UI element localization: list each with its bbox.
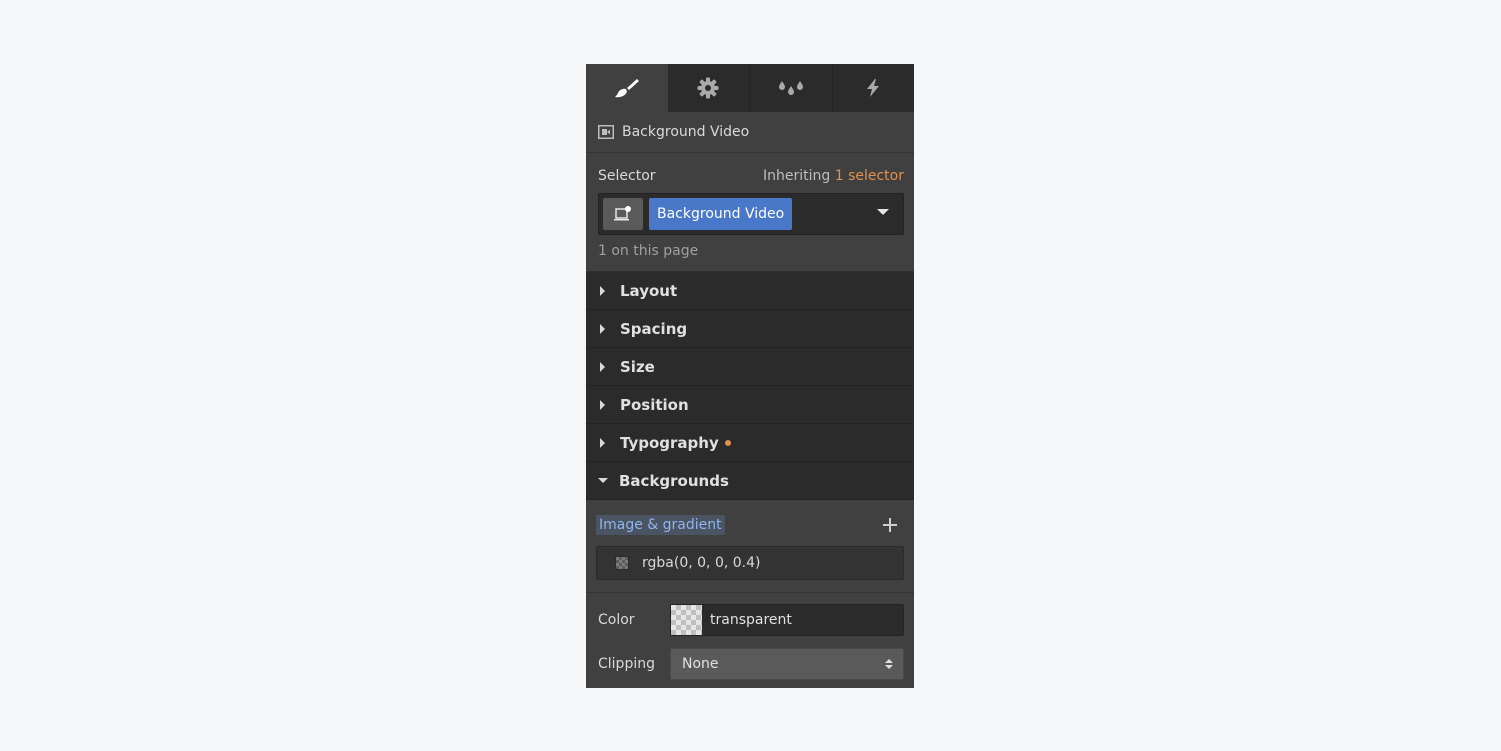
background-layer-item[interactable]: rgba(0, 0, 0, 0.4)	[596, 546, 904, 580]
clipping-label: Clipping	[598, 656, 655, 672]
paintbrush-icon	[614, 79, 639, 98]
selector-dropdown-caret-icon[interactable]	[877, 209, 889, 215]
section-backgrounds[interactable]: Backgrounds	[586, 462, 914, 500]
select-updown-icon	[885, 659, 893, 671]
tab-interactions[interactable]	[833, 64, 915, 112]
caret-right-icon	[600, 437, 605, 448]
lightning-icon	[867, 79, 880, 97]
color-field[interactable]: transparent	[670, 604, 904, 636]
modified-indicator-dot	[724, 439, 731, 446]
style-panel: Background Video Selector Inheriting 1 s…	[586, 64, 914, 688]
add-layer-plus-icon[interactable]	[882, 517, 898, 533]
image-gradient-label: Image & gradient	[596, 515, 725, 535]
droplets-icon	[778, 81, 803, 95]
caret-right-icon	[600, 285, 605, 296]
backgrounds-content: Image & gradient rgba(0, 0, 0, 0.4) Colo…	[586, 500, 914, 681]
selected-element: Background Video	[586, 112, 914, 153]
video-icon	[598, 125, 614, 139]
color-label: Color	[598, 612, 635, 628]
layer-value: rgba(0, 0, 0, 0.4)	[642, 555, 761, 571]
clipping-row: Clipping None	[596, 647, 904, 681]
inheriting-prefix: Inheriting	[762, 168, 831, 184]
section-spacing[interactable]: Spacing	[586, 310, 914, 348]
tab-style-manager[interactable]	[750, 64, 833, 112]
section-layout[interactable]: Layout	[586, 272, 914, 310]
section-label: Spacing	[620, 319, 688, 338]
section-label: Layout	[620, 281, 678, 300]
layer-swatch	[615, 556, 629, 570]
section-label: Typography	[620, 433, 719, 452]
section-position[interactable]: Position	[586, 386, 914, 424]
selector-count: 1 on this page	[598, 243, 699, 259]
selector-label: Selector	[598, 168, 656, 184]
panel-tabs	[586, 64, 914, 112]
color-row: Color transparent	[596, 603, 904, 637]
section-label: Backgrounds	[619, 471, 729, 490]
selector-type-button[interactable]	[603, 198, 643, 230]
section-typography[interactable]: Typography	[586, 424, 914, 462]
color-value: transparent	[710, 612, 792, 628]
element-label: Background Video	[622, 124, 750, 140]
inheriting-info: Inheriting 1 selector	[763, 168, 904, 184]
tab-settings[interactable]	[668, 64, 750, 112]
clipping-select[interactable]: None	[670, 648, 904, 680]
selector-field[interactable]: Background Video	[598, 193, 904, 235]
gear-icon	[697, 77, 719, 99]
clipping-value: None	[682, 656, 719, 672]
caret-right-icon	[600, 399, 605, 410]
divider	[586, 592, 914, 593]
element-selector-icon	[614, 206, 631, 221]
section-label: Position	[620, 395, 689, 414]
section-label: Size	[620, 357, 655, 376]
caret-down-icon	[598, 478, 608, 483]
caret-right-icon	[600, 361, 605, 372]
inheriting-selector-link[interactable]: 1 selector	[835, 168, 904, 184]
caret-right-icon	[600, 323, 605, 334]
color-swatch[interactable]	[671, 605, 702, 635]
section-size[interactable]: Size	[586, 348, 914, 386]
tab-style[interactable]	[586, 64, 668, 112]
selector-block: Selector Inheriting 1 selector Backgroun…	[586, 153, 914, 272]
selector-pill[interactable]: Background Video	[649, 198, 793, 230]
